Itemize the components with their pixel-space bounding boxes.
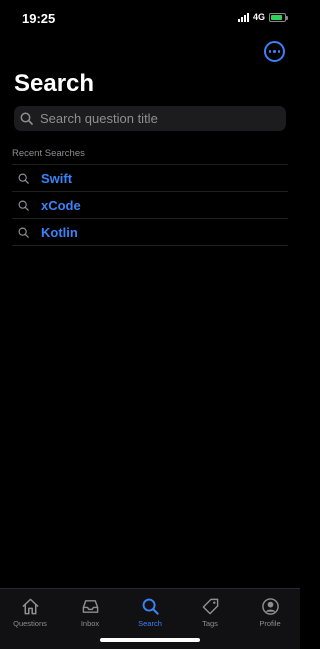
home-indicator — [100, 638, 200, 642]
recent-searches-header: Recent Searches — [12, 148, 85, 159]
inbox-tray-icon — [82, 600, 98, 613]
more-options-button[interactable] — [264, 41, 285, 62]
search-icon — [18, 200, 29, 211]
search-icon — [18, 173, 29, 184]
search-input[interactable] — [38, 110, 282, 127]
tag-icon — [202, 598, 218, 615]
magnifying-glass-icon — [142, 598, 159, 615]
status-indicators: 4G — [237, 12, 288, 22]
search-field[interactable] — [14, 106, 286, 131]
recent-search-label: Kotlin — [41, 224, 78, 240]
tab-label: Search — [138, 619, 162, 628]
person-circle-icon — [261, 598, 279, 615]
ellipsis-icon — [268, 50, 272, 53]
tab-label: Inbox — [80, 619, 100, 628]
house-icon — [22, 598, 38, 615]
recent-search-item[interactable]: Swift — [12, 165, 288, 192]
recent-search-label: Swift — [41, 170, 73, 186]
search-icon — [18, 227, 29, 238]
recent-search-item[interactable]: xCode — [12, 192, 288, 219]
tab-bar: Questions Inbox Search Tags Profile — [0, 588, 300, 649]
page-title: Search — [14, 70, 95, 97]
recent-search-item[interactable]: Kotlin — [12, 219, 288, 246]
status-bar: 19:25 4G — [0, 0, 300, 36]
tab-profile[interactable]: Profile — [240, 589, 300, 649]
battery-icon — [269, 12, 288, 22]
network-type: 4G — [252, 12, 265, 22]
tab-questions[interactable]: Questions — [0, 589, 60, 649]
recent-search-label: xCode — [41, 197, 81, 213]
recent-searches-list: Swift xCode Kotlin — [12, 165, 288, 246]
tab-label: Profile — [259, 619, 281, 628]
tab-label: Tags — [202, 619, 218, 628]
tab-label: Questions — [13, 619, 47, 628]
status-time: 19:25 — [22, 11, 56, 26]
signal-icon — [237, 12, 249, 22]
search-icon — [20, 112, 33, 125]
